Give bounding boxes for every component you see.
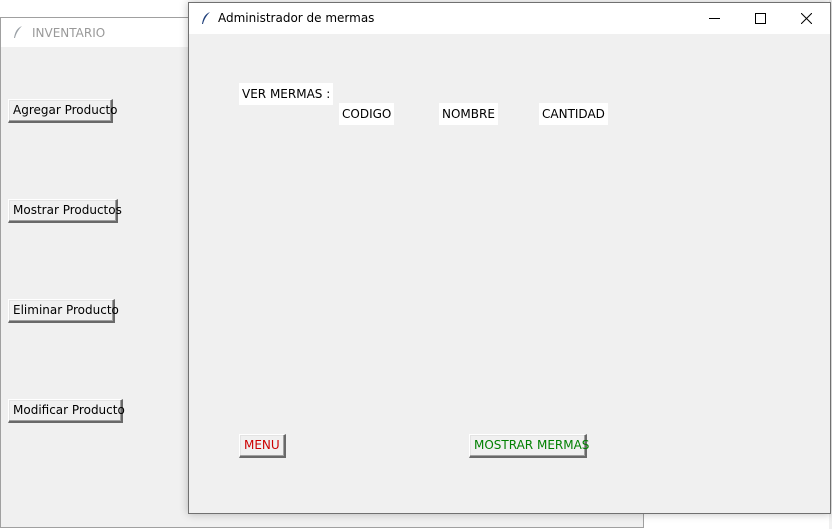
menu-button[interactable]: MENU [239,434,286,458]
feather-icon [202,12,210,24]
quantity-column-header: CANTIDAD [539,103,608,125]
close-button[interactable] [784,3,830,34]
view-mermas-label: VER MERMAS : [239,83,334,105]
show-products-button[interactable]: Mostrar Productos [8,199,122,223]
delete-product-button[interactable]: Eliminar Producto [8,299,119,323]
maximize-button[interactable] [738,3,784,34]
minimize-button[interactable] [692,3,738,34]
mermas-window: Administrador de mermas VER MERMAS : COD… [188,2,831,514]
close-icon [801,13,812,24]
maximize-icon [755,13,766,24]
add-product-button[interactable]: Agregar Producto [8,99,118,123]
inventario-title: INVENTARIO [32,26,106,40]
minimize-icon [709,18,720,19]
mermas-titlebar[interactable]: Administrador de mermas [189,3,830,34]
mermas-title: Administrador de mermas [218,11,375,25]
feather-icon [14,26,22,38]
show-mermas-button[interactable]: MOSTRAR MERMAS [469,434,589,458]
name-column-header: NOMBRE [439,103,498,125]
code-column-header: CODIGO [339,103,395,125]
modify-product-button[interactable]: Modificar Producto [8,399,125,423]
